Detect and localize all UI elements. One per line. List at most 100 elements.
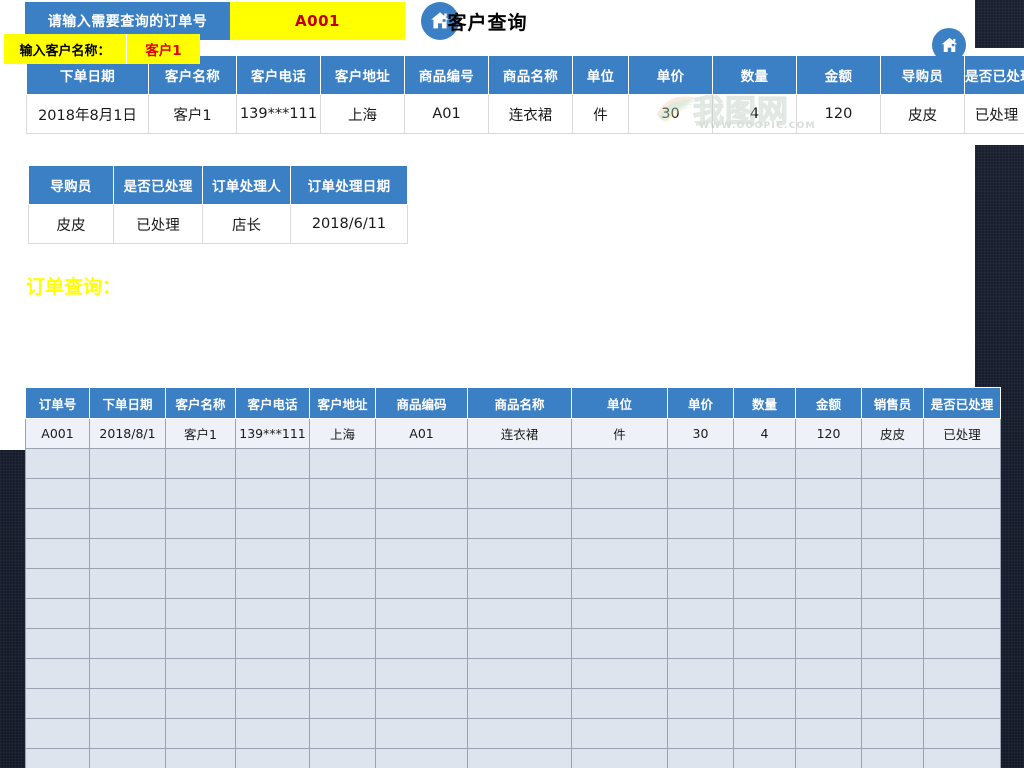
empty-cell [310,539,376,569]
empty-cell [924,659,1001,689]
empty-cell [862,629,924,659]
empty-cell [862,509,924,539]
empty-cell [862,569,924,599]
empty-cell [572,479,668,509]
empty-cell [90,689,166,719]
cust-col-customer-name: 客户名称 [166,388,236,419]
empty-cell [236,449,310,479]
empty-cell [796,449,862,479]
empty-cell [376,689,468,719]
empty-cell [668,749,734,768]
empty-cell [236,629,310,659]
order-table: 下单日期 客户名称 客户电话 客户地址 商品编号 商品名称 单位 单价 数量 金… [26,55,1024,134]
cust-col-order-date: 下单日期 [90,388,166,419]
table-row: 2018年8月1日 客户1 139***111 上海 A01 连衣裙 件 30 … [27,95,1024,134]
empty-cell [924,449,1001,479]
handler-cell-salesperson: 皮皮 [29,205,114,244]
empty-cell [862,749,924,768]
empty-cell [26,629,90,659]
empty-cell [862,659,924,689]
order-col-customer-address: 客户地址 [321,56,405,95]
table-row [26,539,1001,569]
table-row [26,599,1001,629]
table-row [26,629,1001,659]
cust-cell-unit-price: 30 [668,419,734,449]
table-row [26,719,1001,749]
handler-table-header-row: 导购员 是否已处理 订单处理人 订单处理日期 [29,166,408,205]
order-col-processed: 是否已处理 [965,56,1024,95]
empty-cell [734,719,796,749]
cust-col-unit-price: 单价 [668,388,734,419]
empty-cell [924,719,1001,749]
empty-cell [90,479,166,509]
empty-cell [26,569,90,599]
empty-cell [26,749,90,768]
empty-cell [734,449,796,479]
empty-cell [236,719,310,749]
empty-cell [236,659,310,689]
table-row [26,479,1001,509]
empty-cell [734,629,796,659]
cust-col-product-name: 商品名称 [468,388,572,419]
cust-cell-customer-phone: 139***111 [236,419,310,449]
empty-cell [796,509,862,539]
empty-cell [862,599,924,629]
empty-cell [734,749,796,768]
empty-cell [376,749,468,768]
empty-cell [310,689,376,719]
empty-cell [572,689,668,719]
empty-cell [166,629,236,659]
cust-cell-salesperson: 皮皮 [862,419,924,449]
empty-cell [26,719,90,749]
instruction-text: 订单查询：黄色处输入或者下拉列表选择单号即可自动查询 [26,272,520,299]
empty-cell [668,479,734,509]
empty-cell [166,479,236,509]
empty-cell [26,659,90,689]
empty-cell [90,749,166,768]
empty-cell [166,599,236,629]
empty-cell [862,479,924,509]
empty-cell [26,509,90,539]
empty-cell [796,719,862,749]
cust-col-order-number: 订单号 [26,388,90,419]
order-cell-product-number: A01 [405,95,489,134]
empty-cell [924,749,1001,768]
empty-cell [376,539,468,569]
empty-cell [376,509,468,539]
order-col-unit: 单位 [573,56,629,95]
cust-cell-unit: 件 [572,419,668,449]
order-cell-customer-address: 上海 [321,95,405,134]
empty-cell [468,689,572,719]
empty-cell [26,689,90,719]
empty-cell [572,749,668,768]
handler-cell-handler: 店长 [203,205,291,244]
empty-cell [376,569,468,599]
empty-cell [166,539,236,569]
app-canvas: 请输入需要查询的订单号 A001 下单日期 客户名称 客户电话 客户地址 商品编… [0,0,1024,768]
empty-cell [166,509,236,539]
empty-cell [236,689,310,719]
cust-col-amount: 金额 [796,388,862,419]
empty-cell [796,689,862,719]
empty-cell [310,569,376,599]
empty-cell [796,479,862,509]
handler-table: 导购员 是否已处理 订单处理人 订单处理日期 皮皮 已处理 店长 2018/6/… [28,165,408,244]
empty-cell [734,479,796,509]
customer-name-input[interactable]: 客户1 [126,34,200,64]
empty-cell [310,479,376,509]
empty-cell [310,749,376,768]
cust-cell-product-name: 连衣裙 [468,419,572,449]
empty-cell [862,719,924,749]
empty-cell [668,509,734,539]
order-cell-unit-price: 30 [629,95,713,134]
empty-cell [796,539,862,569]
order-col-amount: 金额 [797,56,881,95]
home-icon[interactable] [932,28,966,62]
empty-cell [376,629,468,659]
empty-cell [862,539,924,569]
empty-cell [166,719,236,749]
empty-cell [468,599,572,629]
customer-name-label: 输入客户名称： [4,34,126,64]
empty-cell [90,599,166,629]
customer-table-header-row: 订单号 下单日期 客户名称 客户电话 客户地址 商品编码 商品名称 单位 单价 … [26,388,1001,419]
